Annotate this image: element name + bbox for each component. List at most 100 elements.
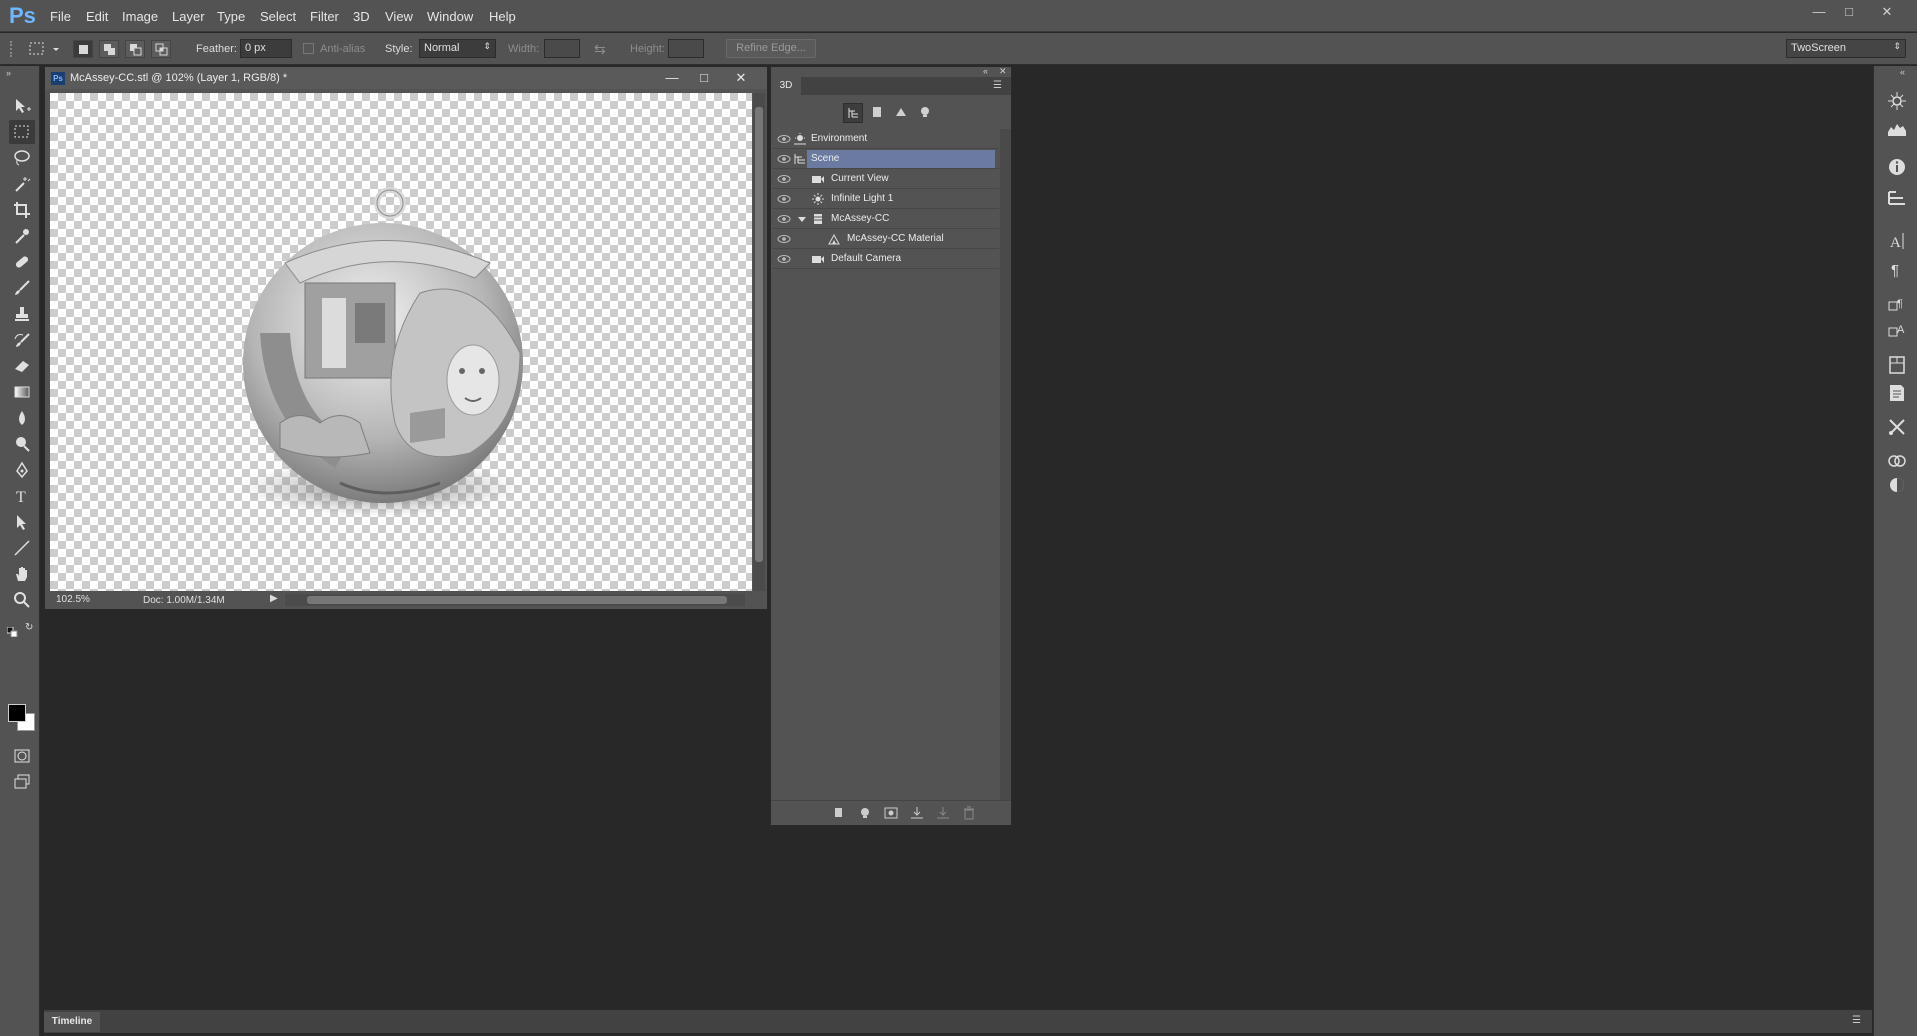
3d-panel-icon[interactable] [1886,90,1908,112]
type-tool[interactable]: T [9,484,35,508]
status-menu-arrow-icon[interactable]: ▶ [270,593,278,604]
scene-row-current-view[interactable]: Current View [773,169,999,189]
scene-row-default-camera[interactable]: Default Camera [773,249,999,269]
eyedropper-tool[interactable] [9,224,35,248]
character-icon[interactable]: A [1886,230,1908,252]
trash-icon[interactable] [961,806,977,820]
canvas-vertical-scrollbar[interactable] [753,93,765,591]
line-tool[interactable] [9,536,35,560]
dodge-tool[interactable] [9,432,35,456]
magic-wand-tool[interactable] [9,172,35,196]
character-styles-icon[interactable]: A [1886,320,1908,342]
swatches-panel-icon[interactable] [1886,354,1908,376]
minimize-document-button[interactable]: — [659,69,685,87]
rectangular-marquee-tool[interactable] [9,120,35,144]
document-titlebar[interactable]: Ps McAssey-CC.stl @ 102% (Layer 1, RGB/8… [45,67,767,89]
zoom-tool[interactable] [9,588,35,612]
clone-stamp-tool[interactable] [9,302,35,326]
history-brush-tool[interactable] [9,328,35,352]
tool-preset-picker[interactable] [26,39,62,59]
close-document-button[interactable]: ✕ [728,69,754,87]
menu-layer[interactable]: Layer [172,9,205,24]
quick-mask-button[interactable] [9,744,35,768]
screen-mode-button[interactable] [9,770,35,794]
document-canvas[interactable] [50,93,752,591]
anti-alias-checkbox[interactable] [303,43,314,54]
healing-brush-tool[interactable] [9,250,35,274]
layers-properties-icon[interactable] [1886,188,1908,210]
move-tool[interactable] [9,94,35,118]
render-icon[interactable] [883,806,899,820]
visibility-eye-icon[interactable] [777,174,791,184]
menu-help[interactable]: Help [489,9,516,24]
visibility-eye-icon[interactable] [777,254,791,264]
menu-3d[interactable]: 3D [353,9,370,24]
brush-tool[interactable] [9,276,35,300]
whole-scene-filter-button[interactable] [843,103,863,123]
info-icon[interactable] [1886,156,1908,178]
drop-to-ground-icon[interactable] [909,806,925,820]
width-input[interactable] [544,39,580,58]
gradient-tool[interactable] [9,380,35,404]
lasso-tool[interactable] [9,146,35,170]
default-colors-icon[interactable] [6,624,19,638]
style-select[interactable]: Normal ⇕ [419,39,496,58]
visibility-eye-icon[interactable] [777,154,791,164]
visibility-eye-icon[interactable] [777,214,791,224]
menu-window[interactable]: Window [427,9,473,24]
hand-tool[interactable] [9,562,35,586]
menu-type[interactable]: Type [217,9,245,24]
menu-image[interactable]: Image [122,9,158,24]
panel-menu-icon[interactable]: ☰ [993,80,1002,91]
add-to-selection-button[interactable] [99,40,119,58]
tool-presets-icon[interactable] [1886,416,1908,438]
height-input[interactable] [668,39,704,58]
scene-row-scene[interactable]: Scene [773,149,999,169]
add-light-icon[interactable] [857,806,873,820]
expand-triangle-icon[interactable] [795,212,809,226]
panel-menu-icon[interactable]: ☰ [1852,1015,1861,1026]
materials-filter-button[interactable] [891,103,911,123]
new-object-icon[interactable] [935,806,951,820]
zoom-level[interactable]: 102.5% [56,594,90,605]
menu-filter[interactable]: Filter [310,9,339,24]
menu-file[interactable]: File [50,9,71,24]
scene-row-material[interactable]: McAssey-CC Material [773,229,999,249]
tab-timeline[interactable]: Timeline [44,1012,100,1032]
scene-row-infinite-light[interactable]: Infinite Light 1 [773,189,999,209]
visibility-eye-icon[interactable] [777,134,791,144]
feather-input[interactable]: 0 px [240,39,292,58]
subtract-selection-button[interactable] [125,40,145,58]
visibility-eye-icon[interactable] [777,194,791,204]
workspace-select[interactable]: TwoScreen ⇕ [1786,39,1906,58]
menu-view[interactable]: View [385,9,413,24]
pen-tool[interactable] [9,458,35,482]
close-app-button[interactable]: ✕ [1876,4,1898,20]
meshes-filter-button[interactable] [867,103,887,123]
maximize-document-button[interactable]: □ [691,69,717,87]
path-selection-tool[interactable] [9,510,35,534]
canvas-horizontal-scrollbar[interactable] [285,594,745,606]
minimize-app-button[interactable]: — [1808,4,1830,20]
adjustments-icon[interactable] [1886,474,1908,496]
paragraph-styles-icon[interactable]: ¶ [1886,294,1908,316]
collapse-panel-icon[interactable]: « [983,66,988,76]
swap-colors-icon[interactable]: ↻ [25,622,37,634]
refine-edge-button[interactable]: Refine Edge... [726,39,816,58]
blur-tool[interactable] [9,406,35,430]
paragraph-icon[interactable]: ¶ [1886,258,1908,280]
histogram-icon[interactable] [1886,118,1908,140]
maximize-app-button[interactable]: □ [1838,4,1860,20]
panel-vertical-scrollbar[interactable] [1000,129,1011,801]
lights-filter-button[interactable] [915,103,935,123]
channels-icon[interactable] [1886,450,1908,472]
visibility-eye-icon[interactable] [777,234,791,244]
notes-icon[interactable] [1886,382,1908,404]
swap-width-height-icon[interactable]: ⇆ [594,41,612,57]
close-panel-icon[interactable]: ✕ [999,66,1007,77]
horizontal-scroll-thumb[interactable] [307,596,727,604]
foreground-color-swatch[interactable] [8,704,26,722]
scene-row-environment[interactable]: Environment [773,129,999,149]
scene-row-mesh[interactable]: McAssey-CC [773,209,999,229]
tab-3d[interactable]: 3D [771,77,801,95]
